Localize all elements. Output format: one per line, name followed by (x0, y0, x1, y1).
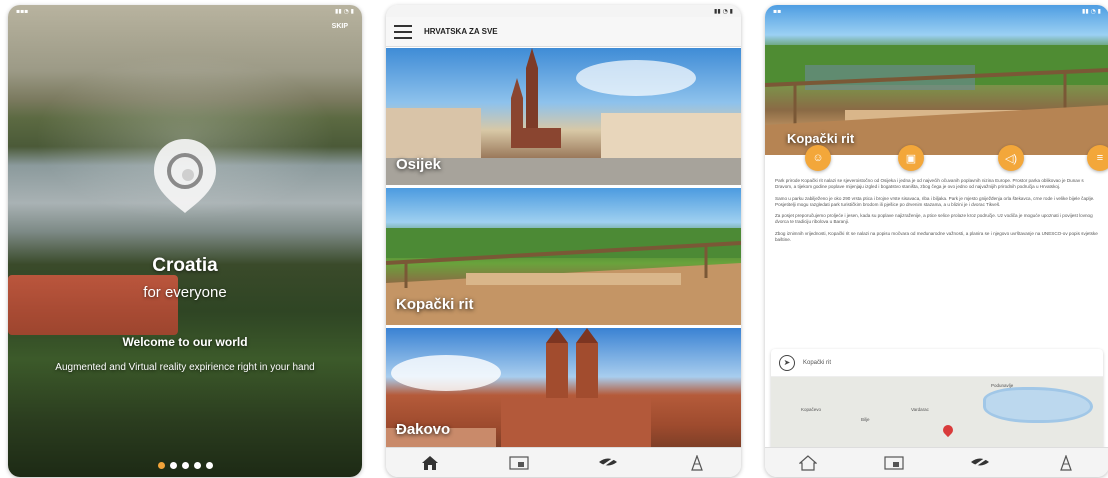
tower-icon[interactable] (1054, 453, 1078, 473)
card-label: Đakovo (396, 421, 451, 438)
home-icon[interactable] (418, 453, 442, 473)
paragraph: Zbog iznimnih vrijednosti, Kopački rit s… (775, 230, 1098, 243)
status-bar: ▪▪▪ ▮▮ ◔ ▮ (16, 7, 354, 15)
app-subtitle: for everyone (143, 284, 227, 301)
vr-glasses-icon[interactable] (596, 453, 620, 473)
map-label: Kopačevo (801, 407, 822, 412)
tagline: Augmented and Virtual reality expirience… (55, 362, 315, 373)
smile-icon[interactable]: ☺ (805, 145, 831, 171)
map-view[interactable]: Kopačevo Bilje Vardarac Podunavlje (771, 377, 1103, 455)
location-pin-logo-icon (154, 139, 216, 213)
paragraph: Za posjet preporučujemo proljeće i jesen… (775, 213, 1093, 225)
paragraph: Samo u parku zabilježeno je oko 290 vrst… (775, 195, 1095, 207)
page-dot[interactable] (205, 462, 213, 469)
page-dot[interactable] (181, 462, 189, 469)
card-label: Osijek (396, 156, 442, 173)
map-card[interactable]: ➤ Kopački rit Kopačevo Bilje Vardarac Po… (771, 349, 1103, 455)
detail-screen: ▪▪ ▮▮ ◔ ▮ Kopački rit ☺ ▣ ◁) ≡ Park priro… (765, 5, 1108, 477)
app-title: Croatia (152, 255, 218, 276)
audio-icon[interactable]: ◁) (998, 145, 1024, 171)
page-dot[interactable] (157, 462, 165, 469)
destination-card-osijek[interactable]: Osijek (386, 48, 741, 185)
map-title: Kopački rit (803, 359, 832, 366)
place-title: Kopački rit (787, 131, 855, 146)
ar-card-icon[interactable] (507, 453, 531, 473)
card-label: Kopački rit (396, 296, 474, 313)
destination-card-dakovo[interactable]: Đakovo (386, 328, 741, 450)
landscape-background (8, 5, 362, 477)
page-dot[interactable] (193, 462, 201, 469)
skip-button[interactable]: SKIP (332, 23, 348, 30)
bottom-navigation (386, 447, 741, 477)
article-text: Park prirode Kopački rit nalazi se sjeve… (775, 178, 1101, 248)
app-bar-title: HRVATSKA ZA SVE (424, 27, 498, 36)
destinations-screen: ▮▮ ◔ ▮ HRVATSKA ZA SVE Osijek Kopački ri… (386, 5, 741, 477)
vr-glasses-icon[interactable] (968, 453, 992, 473)
status-bar: ▮▮ ◔ ▮ (386, 5, 741, 17)
map-pin-icon[interactable] (940, 422, 956, 438)
tower-icon[interactable] (685, 453, 709, 473)
map-header: ➤ Kopački rit (771, 349, 1103, 377)
menu-icon[interactable] (394, 24, 412, 39)
home-outline-icon[interactable] (796, 453, 820, 473)
map-label: Podunavlje (991, 383, 1014, 388)
page-indicator[interactable] (8, 462, 362, 469)
map-label: Bilje (861, 417, 870, 422)
bottom-navigation (765, 447, 1108, 477)
menu-icon[interactable]: ≡ (1087, 145, 1108, 171)
welcome-heading: Welcome to our world (122, 335, 248, 349)
compass-icon: ➤ (779, 354, 795, 371)
app-bar: HRVATSKA ZA SVE (386, 17, 741, 47)
paragraph: Park prirode Kopački rit nalazi se sjeve… (775, 178, 1084, 190)
map-label: Vardarac (911, 407, 929, 412)
ar-card-icon[interactable] (882, 453, 906, 473)
action-bar: ☺ ▣ ◁) ≡ (765, 145, 1108, 175)
status-bar: ▪▪ ▮▮ ◔ ▮ (773, 7, 1101, 15)
splash-screen: ▪▪▪ ▮▮ ◔ ▮ SKIP Croatia for everyone Welc… (8, 5, 362, 477)
page-dot[interactable] (169, 462, 177, 469)
ar-icon[interactable]: ▣ (898, 145, 924, 171)
river-shape (983, 387, 1093, 423)
destination-card-kopacki-rit[interactable]: Kopački rit (386, 188, 741, 325)
